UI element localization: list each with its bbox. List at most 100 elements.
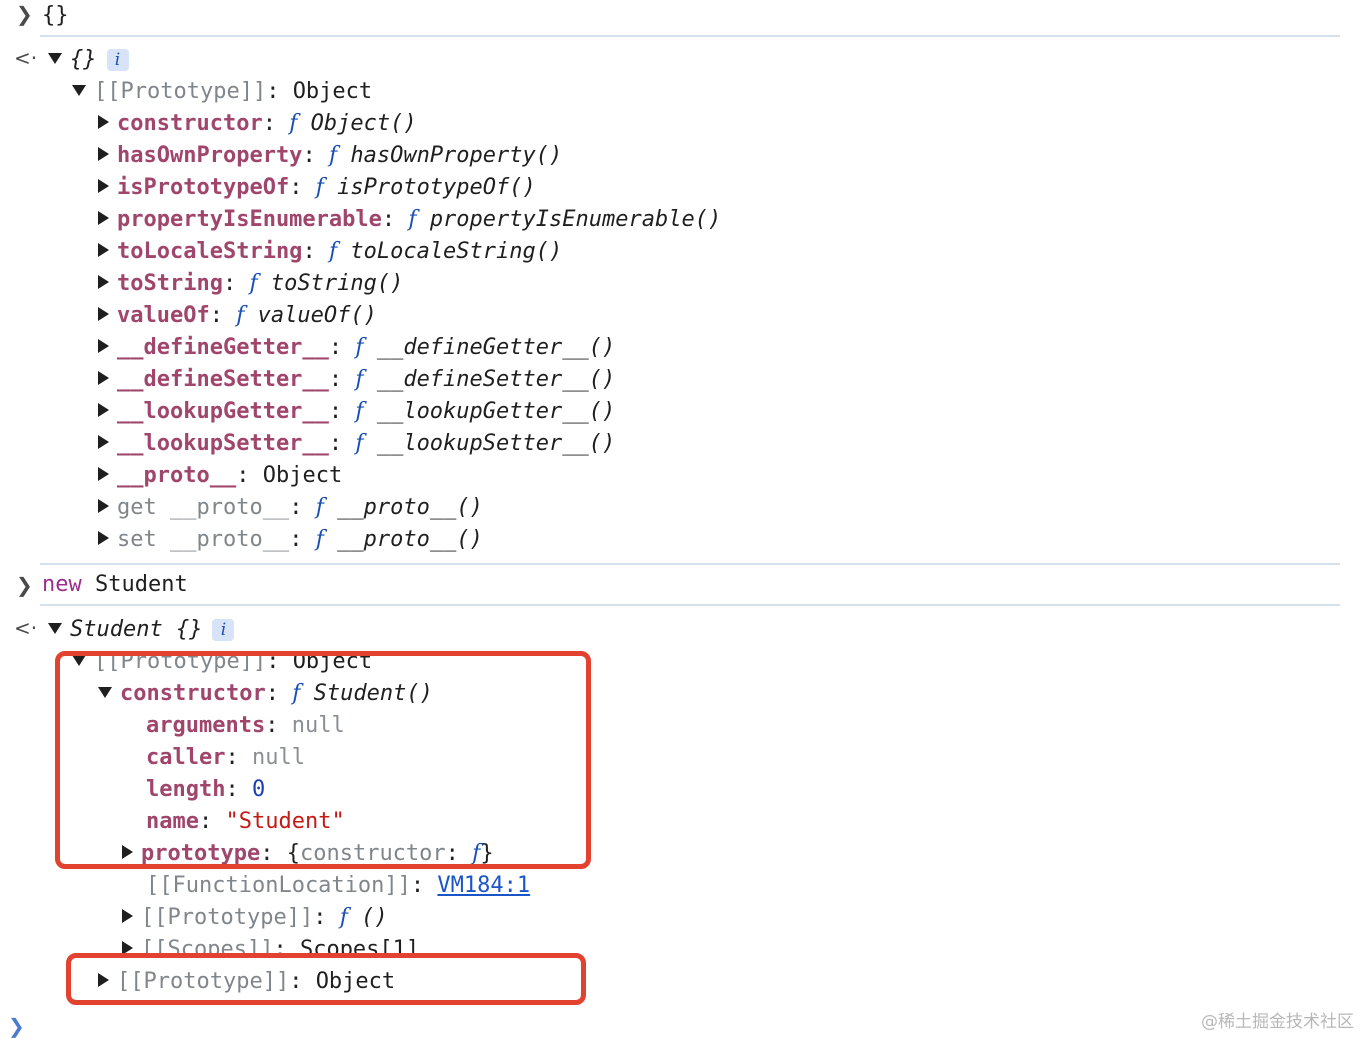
collapse-triangle-icon[interactable] (98, 243, 109, 257)
scopes-row[interactable]: [[Scopes]]: Scopes[1] (122, 934, 419, 954)
collapse-triangle-icon[interactable] (98, 115, 109, 129)
get-label: get (117, 495, 157, 520)
proto-row[interactable]: __proto__: Object (98, 460, 342, 492)
collapse-triangle-icon[interactable] (98, 147, 109, 161)
prototype-label: [[Prototype]] (94, 79, 267, 104)
collapse-triangle-icon[interactable] (98, 499, 109, 513)
fn-prototype-label: [[Prototype]] (141, 905, 314, 930)
collapse-triangle-icon[interactable] (98, 435, 109, 449)
collapse-triangle-icon[interactable] (122, 909, 133, 923)
result-label: {} (70, 47, 97, 72)
function-f-icon: f (355, 367, 364, 392)
member-row[interactable]: toString: f toString() (98, 268, 403, 300)
result-root[interactable]: {} i (48, 44, 129, 76)
function-f-icon: f (355, 335, 364, 360)
member-key: isPrototypeOf (117, 175, 290, 200)
member-fn: __lookupGetter__() (376, 399, 616, 424)
member-row[interactable]: __defineGetter__: f __defineGetter__() (98, 332, 615, 364)
divider (40, 563, 1340, 565)
result-label: Student {} (70, 617, 203, 642)
watermark: @稀土掘金技术社区 (1201, 1012, 1354, 1032)
prototype-value: Object (292, 79, 373, 104)
member-fn: __lookupSetter__() (376, 431, 616, 456)
member-row[interactable]: toLocaleString: f toLocaleString() (98, 236, 562, 268)
function-f-icon: f (315, 495, 324, 520)
expand-triangle-icon[interactable] (48, 52, 62, 64)
member-fn: propertyIsEnumerable() (429, 207, 722, 232)
result-arrow-icon: <· (14, 616, 38, 640)
expand-triangle-icon[interactable] (48, 622, 62, 634)
member-fn: isPrototypeOf() (337, 175, 536, 200)
highlight-box-constructor (55, 651, 591, 869)
function-f-icon: f (355, 431, 364, 456)
accessor-fn: __proto__() (337, 527, 483, 552)
function-location-row: [[FunctionLocation]]: VM184:1 (146, 873, 531, 898)
function-f-icon: f (249, 271, 258, 296)
member-row[interactable]: isPrototypeOf: f isPrototypeOf() (98, 172, 536, 204)
collapse-triangle-icon[interactable] (98, 339, 109, 353)
member-key: hasOwnProperty (117, 143, 303, 168)
function-f-icon: f (355, 399, 364, 424)
prototype-row[interactable]: [[Prototype]]: Object (72, 76, 372, 108)
collapse-triangle-icon[interactable] (98, 403, 109, 417)
setter-row[interactable]: set __proto__: f __proto__() (98, 524, 483, 556)
member-key: valueOf (117, 303, 210, 328)
collapse-triangle-icon[interactable] (98, 531, 109, 545)
member-fn: Object() (310, 111, 417, 136)
member-fn: toString() (270, 271, 404, 296)
member-key: toString (117, 271, 223, 296)
collapse-triangle-icon[interactable] (98, 307, 109, 321)
info-icon[interactable]: i (106, 49, 129, 71)
function-f-icon: f (315, 527, 324, 552)
input-prompt-icon: ❯ (16, 573, 33, 597)
fn-prototype-value: () (361, 905, 388, 930)
info-icon[interactable]: i (212, 619, 235, 641)
collapse-triangle-icon[interactable] (98, 211, 109, 225)
member-row[interactable]: constructor: f Object() (98, 108, 417, 140)
member-key: toLocaleString (117, 239, 303, 264)
scopes-label: [[Scopes]] (141, 937, 274, 954)
collapse-triangle-icon[interactable] (98, 467, 109, 481)
collapse-triangle-icon[interactable] (98, 179, 109, 193)
accessor-fn: __proto__() (337, 495, 483, 520)
member-key: __defineSetter__ (117, 367, 329, 392)
console-input-line[interactable]: {} (42, 0, 69, 32)
member-key: constructor (117, 111, 263, 136)
getter-row[interactable]: get __proto__: f __proto__() (98, 492, 483, 524)
member-row[interactable]: __defineSetter__: f __defineSetter__() (98, 364, 615, 396)
accessor-key: __proto__ (170, 495, 290, 520)
member-row[interactable]: __lookupGetter__: f __lookupGetter__() (98, 396, 615, 428)
divider (40, 35, 1340, 37)
member-fn: valueOf() (257, 303, 377, 328)
proto-key: __proto__ (117, 463, 237, 488)
collapse-triangle-icon[interactable] (98, 275, 109, 289)
proto-value: Object (262, 463, 343, 488)
result-arrow-icon: <· (14, 46, 38, 70)
result-root[interactable]: Student {} i (48, 614, 235, 646)
member-row[interactable]: hasOwnProperty: f hasOwnProperty() (98, 140, 562, 172)
member-row[interactable]: propertyIsEnumerable: f propertyIsEnumer… (98, 204, 721, 236)
scopes-value: Scopes[1] (299, 937, 420, 954)
input-text: Student (95, 572, 188, 597)
function-f-icon: f (328, 239, 338, 264)
function-f-icon: f (408, 207, 417, 232)
member-key: propertyIsEnumerable (117, 207, 382, 232)
set-label: set (117, 527, 157, 552)
input-text: {} (42, 3, 69, 28)
console-input-line[interactable]: new Student (42, 569, 188, 601)
divider (40, 604, 1340, 606)
console-input-caret-icon[interactable]: ❯ (8, 1014, 25, 1038)
expand-triangle-icon[interactable] (72, 84, 86, 96)
member-fn: toLocaleString() (350, 239, 563, 264)
function-location-link[interactable]: VM184:1 (437, 873, 530, 898)
member-fn: hasOwnProperty() (350, 143, 563, 168)
fn-prototype-row[interactable]: [[Prototype]]: f () (122, 902, 388, 934)
member-row[interactable]: valueOf: f valueOf() (98, 300, 377, 332)
member-fn: __defineSetter__() (376, 367, 616, 392)
function-location-label: [[FunctionLocation]] (146, 873, 411, 898)
collapse-triangle-icon[interactable] (98, 371, 109, 385)
function-f-icon: f (328, 143, 338, 168)
member-row[interactable]: __lookupSetter__: f __lookupSetter__() (98, 428, 615, 460)
function-f-icon: f (339, 905, 348, 930)
member-key: __lookupGetter__ (117, 399, 329, 424)
